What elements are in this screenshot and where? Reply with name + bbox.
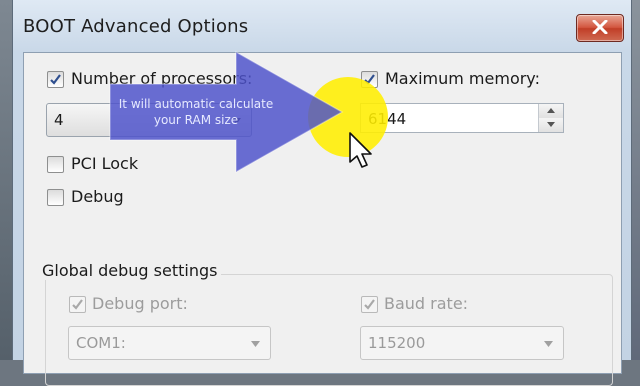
debug-checkbox[interactable] (47, 189, 64, 206)
close-button[interactable] (576, 14, 624, 42)
pci-lock-checkbox[interactable] (47, 156, 64, 173)
max-memory-label: Maximum memory: (385, 69, 540, 88)
desktop-background-left (0, 0, 12, 360)
baud-rate-checkbox[interactable] (361, 296, 378, 313)
debug-port-checkbox[interactable] (69, 296, 86, 313)
checkmark-icon (364, 299, 375, 310)
callout-text-line2: your RAM size (153, 113, 239, 127)
pointer-cursor-icon (349, 132, 372, 168)
close-icon (592, 20, 608, 34)
window-title: BOOT Advanced Options (23, 16, 249, 37)
debug-port-value: COM1: (76, 334, 126, 352)
checkmark-icon (50, 74, 61, 85)
baud-rate-label: Baud rate: (384, 294, 469, 313)
callout-text-line1: It will automatic calculate (118, 97, 274, 111)
processors-value: 4 (54, 111, 64, 129)
spin-up-icon (547, 108, 555, 113)
spin-buttons (538, 104, 563, 132)
processors-checkbox[interactable] (47, 71, 64, 88)
debug-port-select[interactable]: COM1: (68, 326, 271, 360)
dropdown-arrow-icon (251, 341, 260, 347)
dropdown-arrow-icon (544, 341, 553, 347)
debug-port-label: Debug port: (92, 294, 188, 313)
debug-label: Debug (71, 187, 124, 206)
baud-rate-select[interactable]: 115200 (360, 326, 564, 360)
callout-text: It will automatic calculate your RAM siz… (96, 96, 296, 128)
checkmark-icon (72, 299, 83, 310)
spin-up-button[interactable] (539, 104, 563, 119)
spin-down-icon (547, 122, 555, 127)
max-memory-input[interactable]: 6144 (360, 103, 564, 133)
spin-down-button[interactable] (539, 118, 563, 132)
baud-rate-value: 115200 (368, 334, 426, 352)
global-debug-title: Global debug settings (38, 261, 222, 280)
